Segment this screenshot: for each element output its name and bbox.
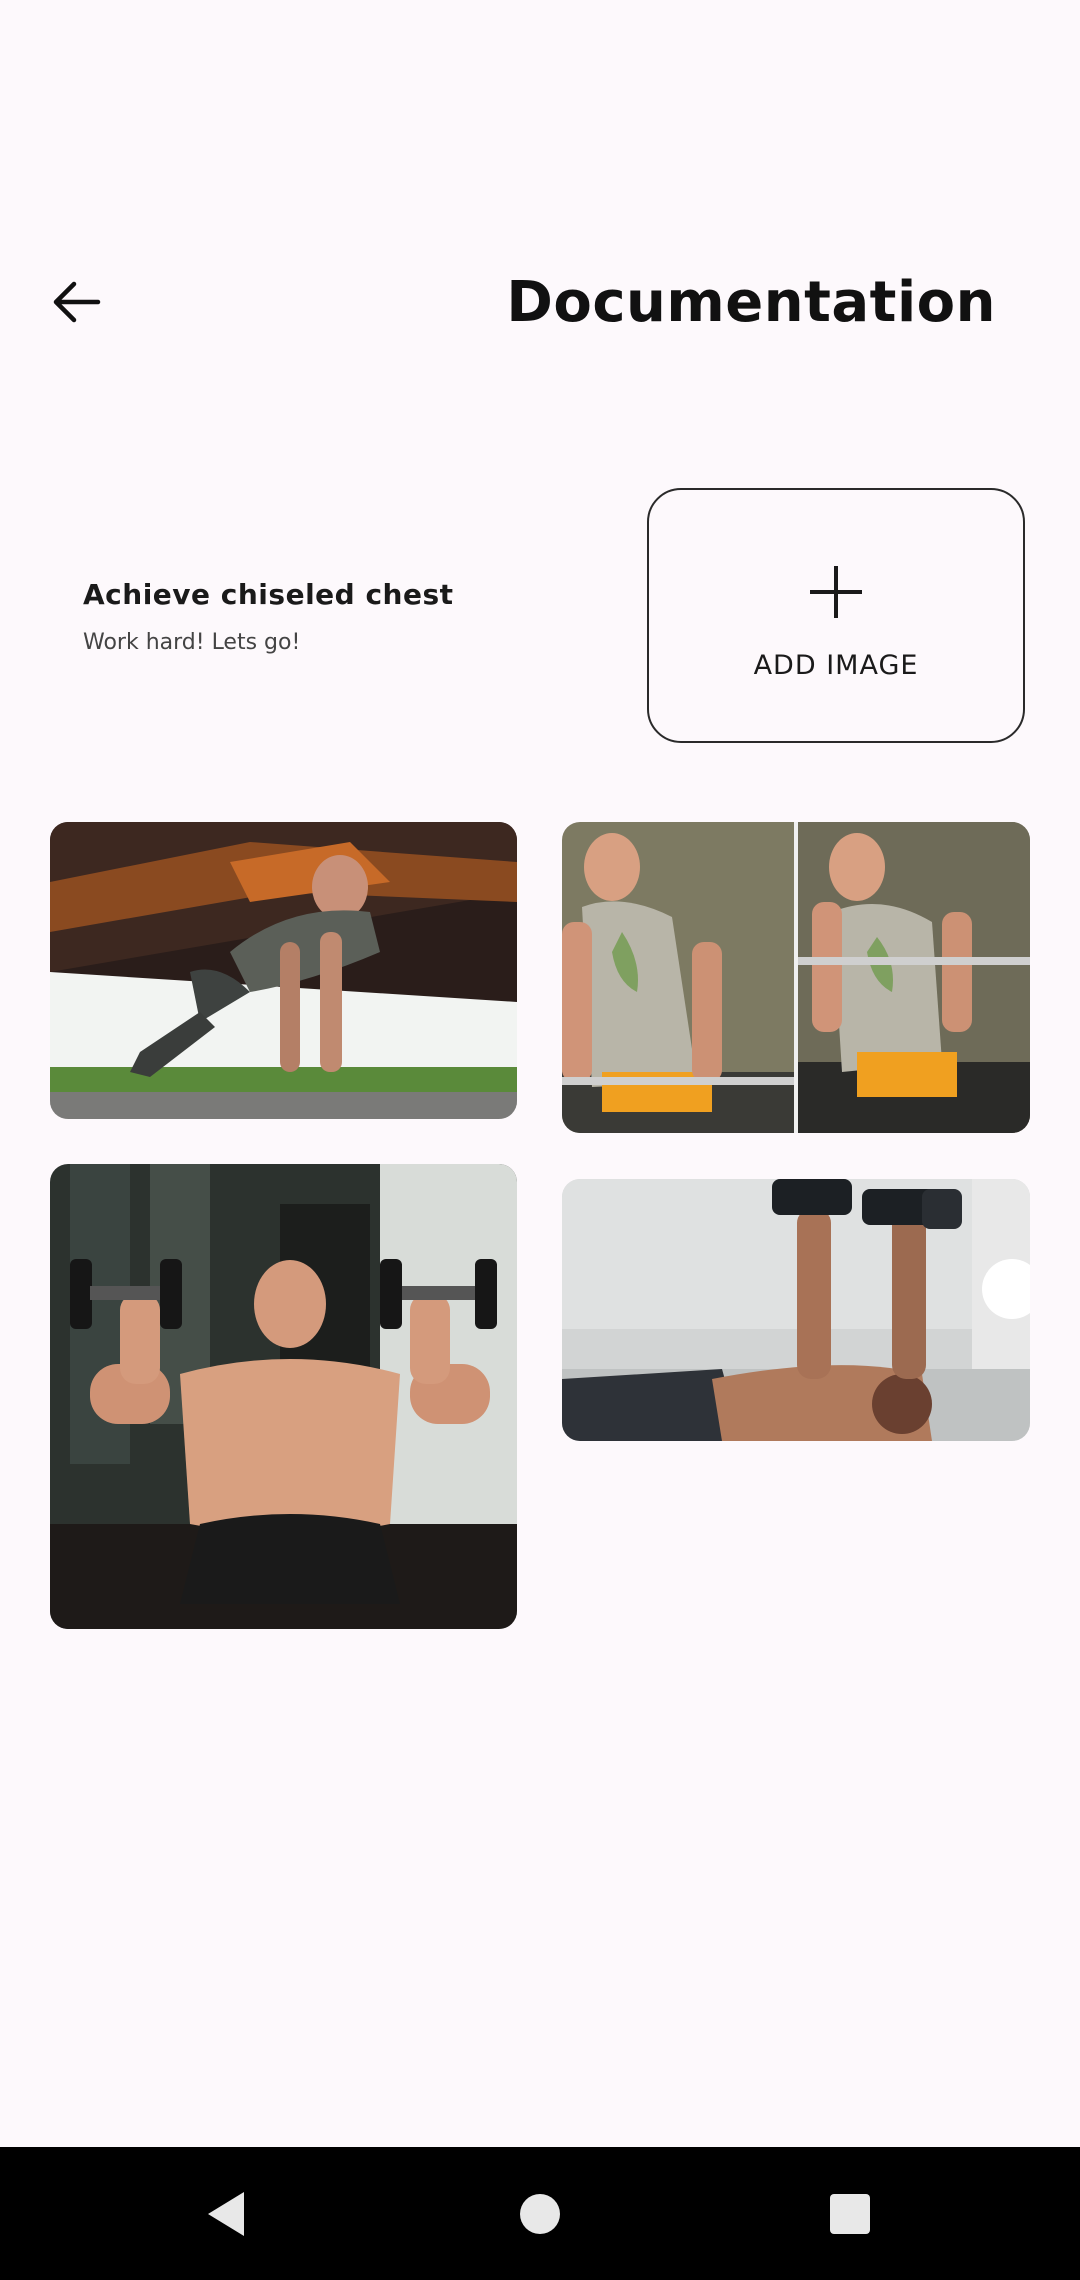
square-recents-icon bbox=[830, 2194, 870, 2234]
goal-subtitle: Work hard! Lets go! bbox=[83, 630, 301, 655]
push-up-photo[interactable] bbox=[50, 822, 517, 1119]
nav-back-button[interactable] bbox=[181, 2169, 271, 2259]
circle-home-icon bbox=[520, 2194, 560, 2234]
status-bar bbox=[0, 0, 1080, 130]
triangle-back-icon bbox=[208, 2192, 244, 2236]
add-image-button[interactable]: ADD IMAGE bbox=[647, 488, 1025, 743]
add-image-label: ADD IMAGE bbox=[753, 650, 919, 681]
incline-dumbbell-press-photo[interactable] bbox=[50, 1164, 517, 1629]
plus-icon bbox=[810, 566, 862, 618]
dips-photo[interactable] bbox=[562, 822, 1030, 1133]
arrow-left-icon bbox=[53, 281, 101, 323]
nav-recents-button[interactable] bbox=[805, 2169, 895, 2259]
navigation-bar bbox=[0, 2147, 1080, 2280]
page-title: Documentation bbox=[506, 270, 996, 335]
goal-title: Achieve chiseled chest bbox=[83, 578, 454, 611]
documentation-screen: Documentation Achieve chiseled chest Wor… bbox=[0, 0, 1080, 2280]
dumbbell-bench-press-photo[interactable] bbox=[562, 1179, 1030, 1441]
back-button[interactable] bbox=[40, 266, 112, 338]
nav-home-button[interactable] bbox=[495, 2169, 585, 2259]
